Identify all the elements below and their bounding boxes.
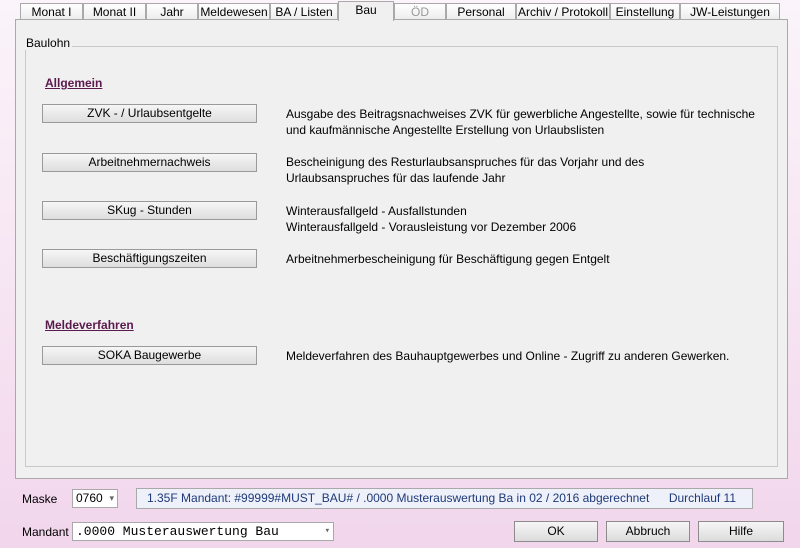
soka-description-line-1: Meldeverfahren des Bauhauptgewerbes und … — [286, 349, 730, 363]
chevron-down-icon[interactable]: ▾ — [109, 490, 114, 507]
zvk-description: Ausgabe des Beitragsnachweises ZVK für g… — [286, 106, 766, 138]
beschaeftigungszeiten-description: Arbeitnehmerbescheinigung für Beschäftig… — [286, 251, 766, 267]
tab-monat-1[interactable]: Monat I — [20, 3, 83, 20]
tab-bau[interactable]: Bau — [338, 1, 394, 21]
zvk-description-line-2: und kaufmännische Angestellte Erstellung… — [286, 123, 605, 137]
tab-jw-leistungen[interactable]: JW-Leistungen — [680, 3, 780, 20]
arbeitnehmernachweis-description-line-1: Bescheinigung des Resturlaubsanspruches … — [286, 155, 645, 169]
skug-stunden-button[interactable]: SKug - Stunden — [42, 201, 257, 220]
soka-description: Meldeverfahren des Bauhauptgewerbes und … — [286, 348, 766, 364]
maske-select[interactable]: 0760 ▾ — [72, 489, 118, 508]
maske-value: 0760 — [76, 491, 103, 505]
cancel-button[interactable]: Abbruch — [606, 521, 690, 542]
status-bar: 1.35F Mandant: #99999#MUST_BAU# / .0000 … — [136, 488, 753, 509]
skug-description-line-2: Winterausfallgeld - Vorausleistung vor D… — [286, 220, 577, 234]
tab-personal[interactable]: Personal — [446, 3, 516, 20]
beschaeftigungszeiten-description-line-1: Arbeitnehmerbescheinigung für Beschäftig… — [286, 252, 610, 266]
soka-baugewerbe-button[interactable]: SOKA Baugewerbe — [42, 346, 257, 365]
groupbox-legend: Baulohn — [24, 36, 73, 50]
beschaeftigungszeiten-button[interactable]: Beschäftigungszeiten — [42, 249, 257, 268]
maske-label: Maske — [22, 492, 58, 506]
tab-einstellung[interactable]: Einstellung — [610, 3, 680, 20]
help-button[interactable]: Hilfe — [698, 521, 784, 542]
zvk-urlaubsentgelte-button[interactable]: ZVK - / Urlaubsentgelte — [42, 104, 257, 123]
skug-description-line-1: Winterausfallgeld - Ausfallstunden — [286, 204, 467, 218]
section-title-meldeverfahren: Meldeverfahren — [45, 318, 134, 332]
tab-ba-listen[interactable]: BA / Listen — [270, 3, 338, 20]
chevron-down-icon[interactable]: ▾ — [325, 523, 330, 540]
tab-panel-bau: Baulohn Allgemein ZVK - / Urlaubsentgelt… — [15, 19, 788, 479]
status-text: 1.35F Mandant: #99999#MUST_BAU# / .0000 … — [147, 491, 650, 505]
ok-button[interactable]: OK — [514, 521, 598, 542]
tab-archiv-protokoll[interactable]: Archiv / Protokoll — [516, 3, 610, 20]
run-counter: Durchlauf 11 — [668, 491, 736, 505]
mandant-select[interactable]: .0000 Musterauswertung Bau ▾ — [72, 522, 334, 541]
mandant-value: .0000 Musterauswertung Bau — [76, 524, 279, 539]
arbeitnehmernachweis-description-line-2: Urlaubsanspruches für das laufende Jahr — [286, 171, 506, 185]
skug-description: Winterausfallgeld - Ausfallstunden Winte… — [286, 203, 766, 235]
section-title-allgemein: Allgemein — [45, 76, 103, 90]
tab-monat-2[interactable]: Monat II — [83, 3, 146, 20]
tab-jahr[interactable]: Jahr — [146, 3, 198, 20]
arbeitnehmernachweis-button[interactable]: Arbeitnehmernachweis — [42, 153, 257, 172]
arbeitnehmernachweis-description: Bescheinigung des Resturlaubsanspruches … — [286, 154, 766, 186]
tab-meldewesen[interactable]: Meldewesen — [198, 3, 270, 20]
mandant-label: Mandant — [22, 525, 69, 539]
zvk-description-line-1: Ausgabe des Beitragsnachweises ZVK für g… — [286, 107, 755, 121]
tab-oed: ÖD — [394, 3, 446, 20]
